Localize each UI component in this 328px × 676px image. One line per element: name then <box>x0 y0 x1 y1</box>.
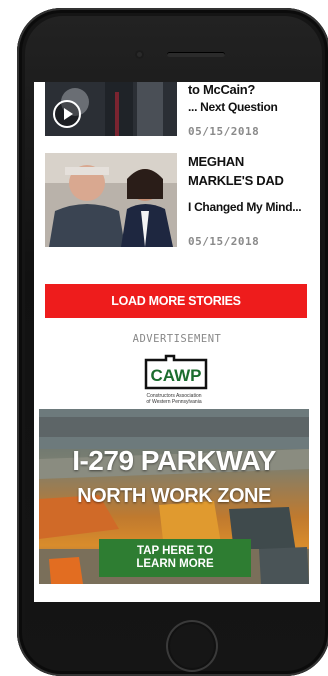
earpiece-speaker <box>167 52 225 57</box>
ad-title-line1: I-279 PARKWAY <box>72 445 276 476</box>
ad-photo[interactable]: I-279 PARKWAY NORTH WORK ZONE TAP HERE T… <box>39 409 309 584</box>
story-date: 05/15/2018 <box>188 125 260 138</box>
advertisement-label: ADVERTISEMENT <box>132 333 222 345</box>
ad-logo-area: CAWP Constructors Association of Western… <box>39 352 309 407</box>
story-thumbnail[interactable] <box>45 153 177 247</box>
story-date: 05/15/2018 <box>188 235 260 248</box>
ad-brand-tagline: Constructors Association of Western Penn… <box>39 393 309 405</box>
load-more-stories-button[interactable]: LOAD MORE STORIES <box>45 284 307 318</box>
home-button[interactable] <box>166 620 218 672</box>
play-icon[interactable] <box>53 100 81 128</box>
ad-cta-line1: TAP HERE TO <box>136 545 214 557</box>
ad-tagline-line2: of Western Pennsylvania <box>146 399 202 405</box>
advertisement-banner[interactable]: CAWP Constructors Association of Western… <box>39 352 309 584</box>
cawp-logo-icon: CAWP <box>144 354 208 390</box>
story-subline: ... Next Question <box>188 100 278 114</box>
story-subline: I Changed My Mind... <box>188 200 302 214</box>
story-thumbnail[interactable] <box>45 82 177 136</box>
story-headline-line1[interactable]: MEGHAN <box>188 154 244 170</box>
front-camera-icon <box>135 50 144 59</box>
ad-learn-more-button[interactable]: TAP HERE TO LEARN MORE <box>99 539 251 577</box>
screen: to McCain? ... Next Question 05/15/2018 … <box>34 82 320 602</box>
story-thumbnail-image <box>45 153 177 247</box>
ad-title-line2: NORTH WORK ZONE <box>77 485 271 507</box>
ad-cta-line2: LEARN MORE <box>136 558 214 570</box>
ad-brand-text: CAWP <box>151 366 202 385</box>
story-headline-line2[interactable]: MARKLE'S DAD <box>188 173 284 189</box>
story-headline[interactable]: to McCain? <box>188 82 255 98</box>
